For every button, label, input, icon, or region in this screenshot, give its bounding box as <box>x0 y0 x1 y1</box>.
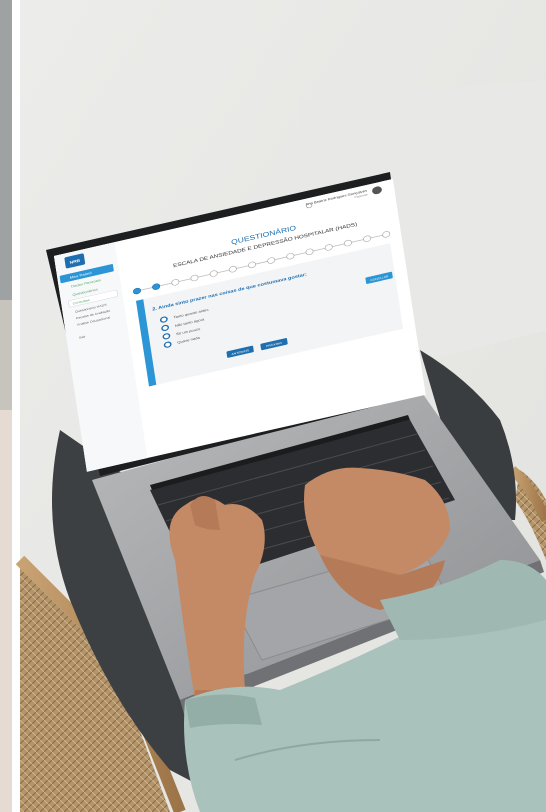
left-photo-strip <box>0 0 20 812</box>
photo-scene: Ana Beatriz Rodrigues Gonçalves Paciente… <box>0 0 546 812</box>
